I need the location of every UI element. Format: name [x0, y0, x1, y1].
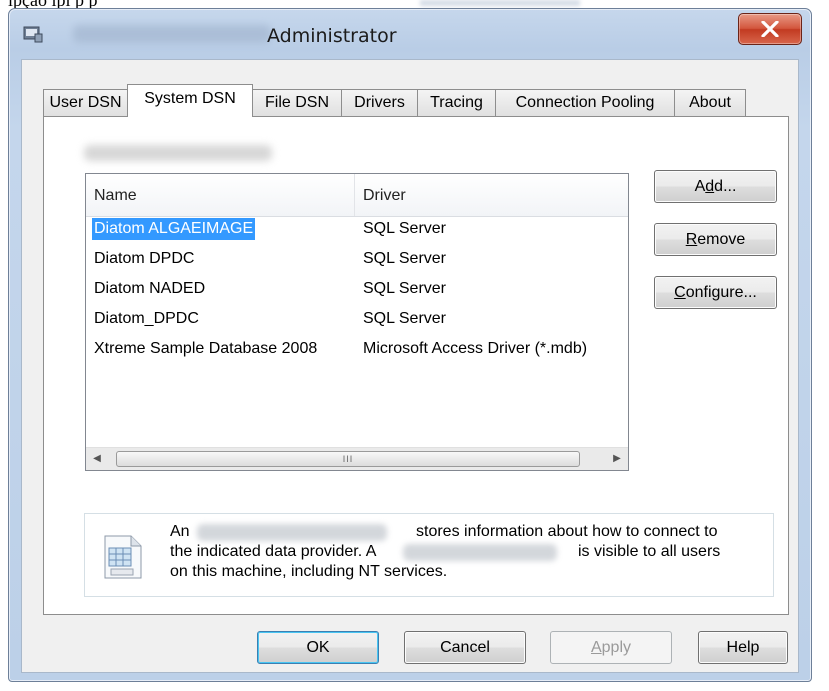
- close-button[interactable]: [738, 13, 802, 45]
- close-x-icon: [761, 21, 779, 37]
- title-bar[interactable]: Administrator: [9, 9, 811, 59]
- info-box: An stores information about how to conne…: [84, 513, 774, 597]
- info-line-2: the indicated data provider. A: [170, 543, 377, 560]
- tab-file-dsn[interactable]: File DSN: [252, 89, 342, 116]
- ok-button[interactable]: OK: [257, 631, 379, 664]
- info-line-2b: is visible to all users: [578, 543, 721, 560]
- list-row[interactable]: Diatom NADED SQL Server: [86, 278, 628, 308]
- tab-connection-pooling[interactable]: Connection Pooling: [495, 89, 675, 116]
- tab-drivers[interactable]: Drivers: [341, 89, 418, 116]
- configure-button[interactable]: Configure...: [654, 276, 777, 309]
- tab-user-dsn[interactable]: User DSN: [43, 89, 128, 116]
- scroll-grip: III: [342, 454, 354, 464]
- window-title: Administrator: [267, 25, 397, 47]
- dsn-driver: Microsoft Access Driver (*.mdb): [363, 340, 588, 357]
- tab-system-dsn[interactable]: System DSN: [127, 84, 253, 117]
- info-line-3: on this machine, including NT services.: [170, 563, 448, 580]
- odbc-app-icon: [23, 25, 43, 43]
- tab-about[interactable]: About: [674, 89, 746, 116]
- dsn-driver: SQL Server: [363, 280, 446, 297]
- dsn-name: Xtreme Sample Database 2008: [94, 340, 318, 357]
- scrollbar-thumb[interactable]: III: [116, 451, 580, 467]
- tab-tracing[interactable]: Tracing: [417, 89, 496, 116]
- list-row[interactable]: Xtreme Sample Database 2008 Microsoft Ac…: [86, 338, 628, 368]
- info-line-1: An: [170, 523, 190, 540]
- list-row[interactable]: Diatom ALGAEIMAGE SQL Server: [86, 218, 628, 248]
- cancel-button[interactable]: Cancel: [404, 631, 526, 664]
- data-source-icon: [101, 534, 145, 585]
- background-text-strip: ı̂pção ipl̂ p p̂: [0, 0, 829, 8]
- add-button[interactable]: Add...: [654, 170, 777, 203]
- scroll-left-icon[interactable]: ◀: [86, 448, 108, 470]
- list-row[interactable]: Diatom DPDC SQL Server: [86, 248, 628, 278]
- scroll-right-icon[interactable]: ▶: [606, 448, 628, 470]
- column-header-name[interactable]: Name: [94, 186, 137, 206]
- background-text: ı̂pção ipl̂ p p̂: [8, 0, 97, 8]
- dsn-name: Diatom ALGAEIMAGE: [92, 218, 256, 240]
- info-redacted: [197, 524, 387, 541]
- column-header-driver[interactable]: Driver: [363, 186, 406, 206]
- dsn-name: Diatom_DPDC: [94, 310, 199, 327]
- title-redacted: [73, 25, 271, 43]
- info-redacted: [403, 544, 557, 561]
- dialog-body: User DSN System DSN File DSN Drivers Tra…: [21, 59, 799, 673]
- background-blur: [420, 0, 580, 6]
- column-divider[interactable]: [354, 174, 355, 216]
- remove-button[interactable]: Remove: [654, 223, 777, 256]
- dsn-driver: SQL Server: [363, 310, 446, 327]
- dsn-list[interactable]: Name Driver Diatom ALGAEIMAGE SQL Server…: [85, 173, 629, 471]
- dsn-name: Diatom NADED: [94, 280, 206, 297]
- dsn-driver: SQL Server: [363, 220, 446, 237]
- section-heading-redacted: [84, 145, 272, 161]
- horizontal-scrollbar[interactable]: ◀ III ▶: [86, 447, 628, 470]
- list-row[interactable]: Diatom_DPDC SQL Server: [86, 308, 628, 338]
- apply-button[interactable]: Apply: [550, 631, 672, 664]
- odbc-administrator-window: Administrator User DSN System DSN File D…: [8, 8, 812, 682]
- system-dsn-page: Name Driver Diatom ALGAEIMAGE SQL Server…: [43, 116, 789, 615]
- dsn-driver: SQL Server: [363, 250, 446, 267]
- list-header: Name Driver: [86, 174, 628, 217]
- info-line-1b: stores information about how to connect …: [416, 523, 718, 540]
- help-button[interactable]: Help: [698, 631, 788, 664]
- dsn-name: Diatom DPDC: [94, 250, 195, 267]
